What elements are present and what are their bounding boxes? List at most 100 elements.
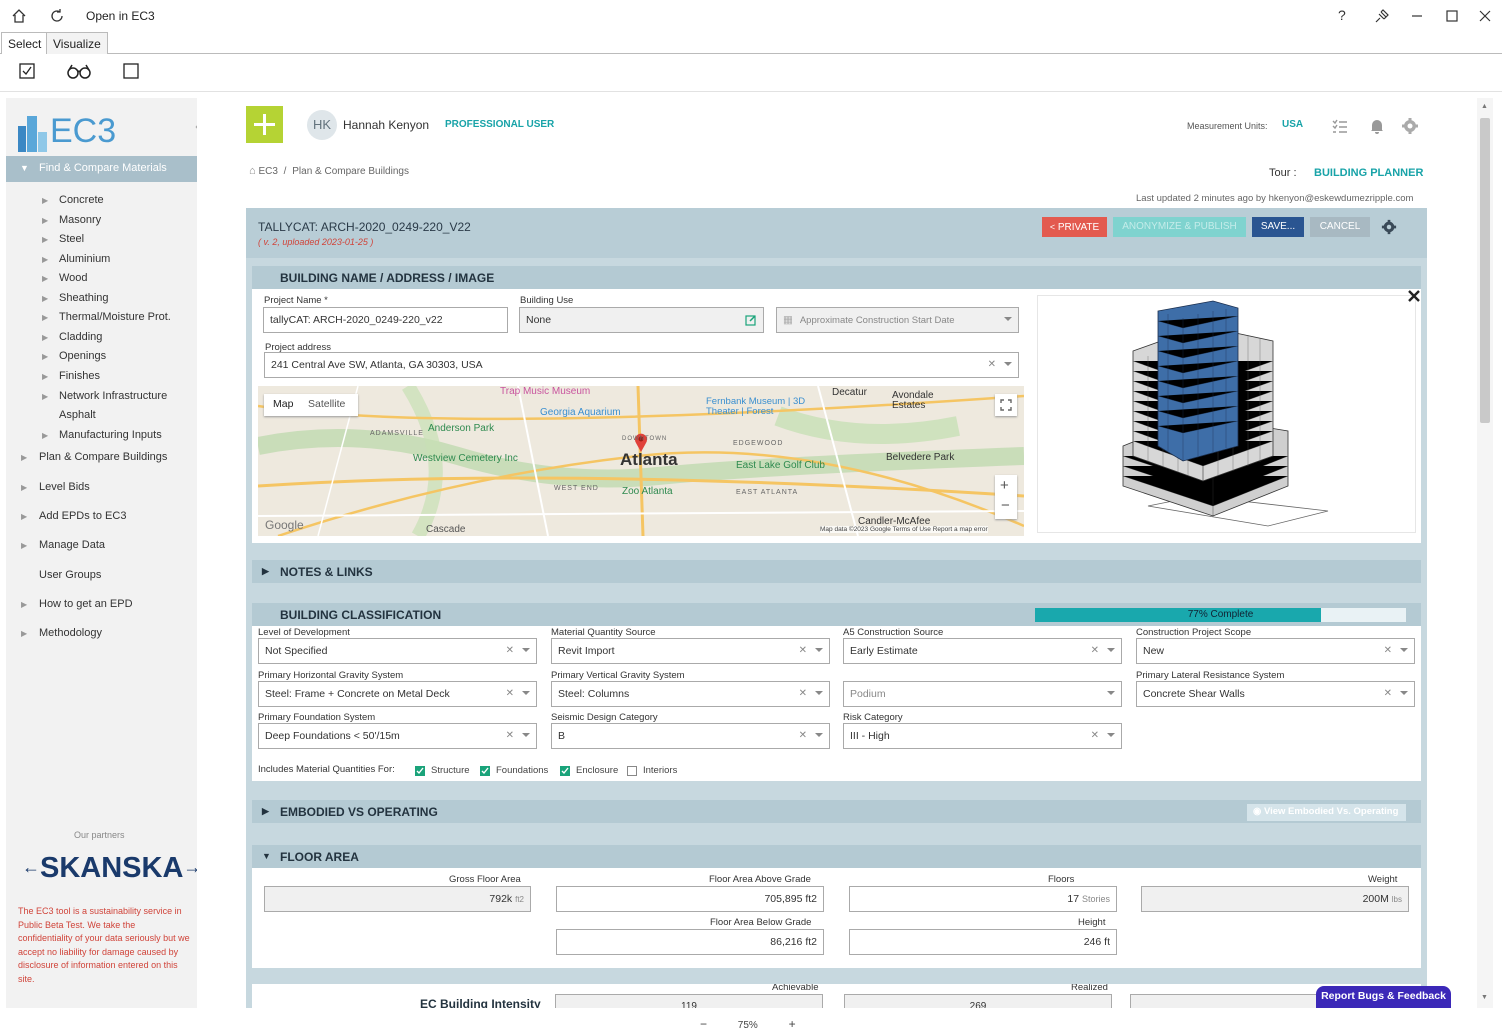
gross-floor-area-field[interactable]: 792k ft2 (264, 886, 531, 912)
help-icon[interactable]: ? (1338, 7, 1346, 23)
classification-select[interactable]: Not Specified ✕ (258, 638, 537, 664)
fullscreen-icon[interactable] (995, 394, 1017, 416)
checklist-icon[interactable] (1331, 117, 1349, 135)
save-button[interactable]: SAVE... (1252, 217, 1304, 237)
settings-gear-icon[interactable] (1401, 117, 1419, 135)
pin-icon[interactable] (1373, 7, 1391, 25)
clear-icon[interactable]: ✕ (799, 645, 807, 656)
project-name-input[interactable]: tallyCAT: ARCH-2020_0249-220_v22 (263, 307, 508, 333)
building-image[interactable] (1037, 295, 1416, 533)
glasses-icon[interactable] (66, 62, 92, 80)
checkbox-tool-icon[interactable] (18, 62, 36, 80)
zoom-out-button[interactable]: − (700, 1017, 707, 1031)
maximize-icon[interactable] (1443, 7, 1461, 25)
home-icon[interactable]: ⌂ (249, 165, 256, 177)
cancel-button[interactable]: CANCEL (1310, 217, 1370, 237)
sidebar-item-methodology[interactable]: Methodology (39, 627, 102, 639)
anonymize-publish-button[interactable]: ANONYMIZE & PUBLISH (1113, 217, 1246, 237)
include-checkbox[interactable] (627, 766, 637, 776)
sidebar-section-find-compare[interactable]: ▼ Find & Compare Materials (6, 156, 197, 182)
sidebar-item-masonry[interactable]: Masonry (59, 214, 101, 226)
map-tab-map[interactable]: Map (273, 398, 293, 410)
include-checkbox[interactable] (560, 766, 570, 776)
add-project-button[interactable] (246, 106, 283, 143)
clear-icon[interactable]: ✕ (1384, 645, 1392, 656)
classification-select[interactable]: Steel: Columns ✕ (551, 681, 830, 707)
bell-icon[interactable] (1368, 117, 1386, 135)
classification-select[interactable]: Concrete Shear Walls ✕ (1136, 681, 1415, 707)
classification-select[interactable]: Podium (843, 681, 1122, 707)
close-window-icon[interactable] (1476, 7, 1494, 25)
embodied-section-header[interactable]: ▶ EMBODIED VS OPERATING (252, 800, 1421, 823)
sidebar-item-aluminium[interactable]: Aluminium (59, 253, 110, 265)
sidebar-item-add-epds-to-ec3[interactable]: Add EPDs to EC3 (39, 510, 126, 522)
clear-icon[interactable]: ✕ (1091, 730, 1099, 741)
view-embodied-button[interactable]: ◉ View Embodied Vs. Operating (1247, 804, 1406, 821)
classification-select[interactable]: III - High ✕ (843, 723, 1122, 749)
clear-icon[interactable]: ✕ (799, 688, 807, 699)
map-tab-satellite[interactable]: Satellite (308, 398, 345, 410)
classification-select[interactable]: B ✕ (551, 723, 830, 749)
clear-icon[interactable]: ✕ (1091, 645, 1099, 656)
include-checkbox[interactable] (480, 766, 490, 776)
location-map[interactable]: Map Satellite Atlanta Trap Music Museum … (258, 386, 1024, 536)
notes-section-header[interactable]: ▶ NOTES & LINKS (252, 560, 1421, 583)
sidebar-item-network-infrastructure[interactable]: Network Infrastructure (59, 390, 167, 402)
building-use-field[interactable]: None (519, 307, 764, 333)
start-date-picker[interactable]: ▦ Approximate Construction Start Date (776, 307, 1019, 333)
below-grade-input[interactable]: 86,216 ft2 (556, 929, 824, 955)
above-grade-input[interactable]: 705,895 ft2 (556, 886, 824, 912)
home-icon[interactable] (10, 7, 28, 25)
sidebar-item-user-groups[interactable]: User Groups (39, 569, 101, 581)
sidebar-item-sheathing[interactable]: Sheathing (59, 292, 109, 304)
clear-icon[interactable]: ✕ (506, 688, 514, 699)
avatar[interactable]: HK (307, 110, 337, 140)
include-checkbox[interactable] (415, 766, 425, 776)
scroll-up-icon[interactable]: ▲ (1481, 103, 1488, 110)
scrollbar-thumb[interactable] (1480, 118, 1490, 423)
height-input[interactable]: 246 ft (849, 929, 1117, 955)
sidebar-item-how-to-get-an-epd[interactable]: How to get an EPD (39, 598, 133, 610)
sidebar-item-openings[interactable]: Openings (59, 350, 106, 362)
sidebar-item-wood[interactable]: Wood (59, 272, 88, 284)
refresh-icon[interactable] (48, 7, 66, 25)
edit-icon[interactable] (745, 314, 757, 326)
breadcrumb-current[interactable]: Plan & Compare Buildings (292, 166, 409, 177)
tab-visualize[interactable]: Visualize (46, 32, 108, 54)
zoom-out-icon[interactable]: − (1001, 497, 1010, 514)
address-input[interactable]: 241 Central Ave SW, Atlanta, GA 30303, U… (264, 352, 1019, 378)
measurement-units-value[interactable]: USA (1282, 119, 1303, 130)
private-button[interactable]: < PRIVATE (1042, 217, 1107, 237)
skanska-logo[interactable]: ←SKANSKA→ (22, 852, 201, 885)
weight-field[interactable]: 200M lbs (1141, 886, 1409, 912)
floor-area-section-header[interactable]: ▼ FLOOR AREA (252, 845, 1421, 868)
report-bugs-button[interactable]: Report Bugs & Feedback (1316, 986, 1451, 1008)
scroll-down-icon[interactable]: ▼ (1481, 994, 1488, 1001)
zoom-in-button[interactable]: + (789, 1017, 796, 1031)
minimize-icon[interactable] (1408, 7, 1426, 25)
sidebar-item-cladding[interactable]: Cladding (59, 331, 102, 343)
sidebar-item-asphalt[interactable]: Asphalt (59, 409, 96, 421)
map-pin-icon[interactable] (634, 432, 648, 452)
zoom-in-icon[interactable]: + (1000, 477, 1009, 494)
window-title[interactable]: Open in EC3 (86, 9, 155, 23)
classification-select[interactable]: Deep Foundations < 50'/15m ✕ (258, 723, 537, 749)
floors-input[interactable]: 17 Stories (849, 886, 1117, 912)
sidebar-item-steel[interactable]: Steel (59, 233, 84, 245)
sidebar-item-level-bids[interactable]: Level Bids (39, 481, 90, 493)
sidebar-item-manufacturing-inputs[interactable]: Manufacturing Inputs (59, 429, 162, 441)
classification-select[interactable]: New ✕ (1136, 638, 1415, 664)
project-settings-gear-icon[interactable] (1381, 219, 1397, 235)
sidebar-item-finishes[interactable]: Finishes (59, 370, 100, 382)
tab-select[interactable]: Select (1, 32, 49, 54)
clear-icon[interactable]: ✕ (1384, 688, 1392, 699)
user-name[interactable]: Hannah Kenyon (343, 118, 429, 132)
sidebar-item-manage-data[interactable]: Manage Data (39, 539, 105, 551)
sidebar-item-concrete[interactable]: Concrete (59, 194, 104, 206)
sidebar-item-plan-compare-buildings[interactable]: Plan & Compare Buildings (39, 451, 167, 463)
sidebar-item-thermal-moisture-prot-[interactable]: Thermal/Moisture Prot. (59, 311, 171, 323)
classification-select[interactable]: Early Estimate ✕ (843, 638, 1122, 664)
square-tool-icon[interactable] (122, 62, 140, 80)
classification-select[interactable]: Steel: Frame + Concrete on Metal Deck ✕ (258, 681, 537, 707)
breadcrumb-root[interactable]: EC3 (258, 166, 277, 177)
